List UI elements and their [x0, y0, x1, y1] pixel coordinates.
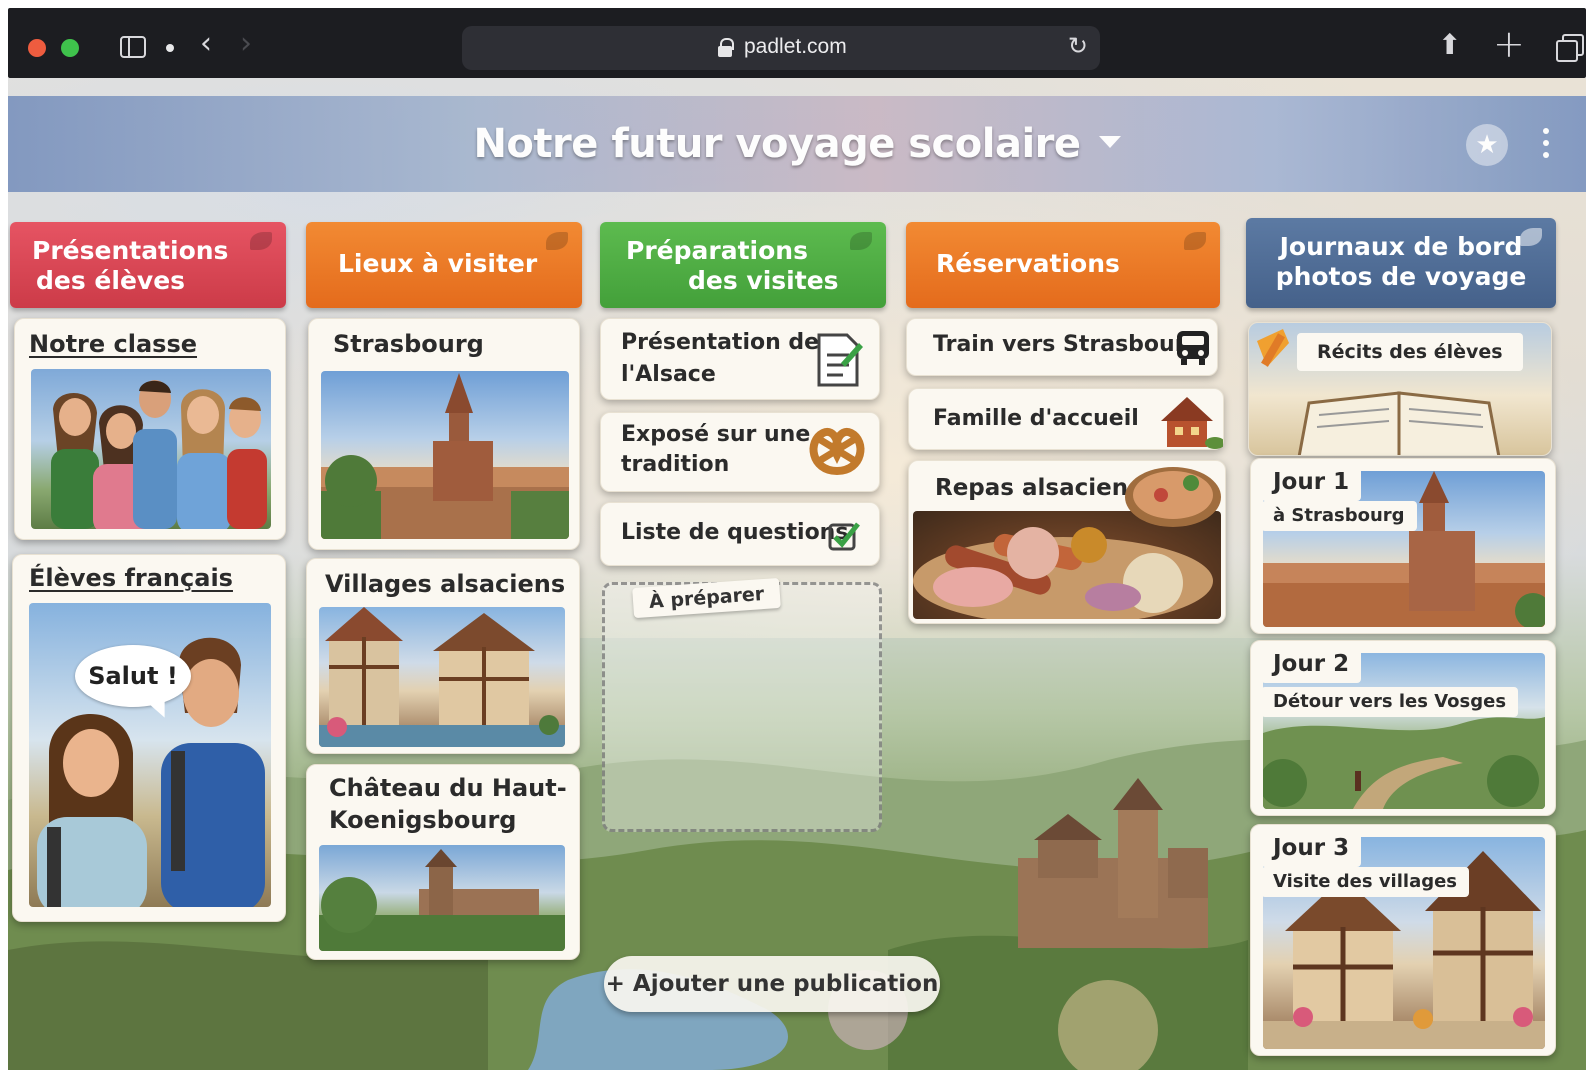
train-icon	[1177, 331, 1209, 365]
post-jour-2[interactable]: Jour 2 Détour vers les Vosges	[1250, 640, 1556, 816]
column-title-line1: Lieux à visiter	[338, 249, 538, 278]
post-title: Train vers Strasbourg	[933, 332, 1202, 357]
leaf-icon	[250, 232, 272, 250]
post-title: Strasbourg	[333, 330, 484, 358]
post-title-line1: Présentation de	[621, 330, 820, 355]
address-bar[interactable]: padlet.com ↻	[462, 26, 1100, 70]
castle-wallpaper-illustration	[1018, 778, 1208, 948]
tab-overview-icon[interactable]	[1556, 34, 1584, 62]
day-title: Jour 1	[1261, 463, 1362, 501]
board-header: Notre futur voyage scolaire ★	[8, 96, 1586, 192]
post-title-line2: tradition	[621, 452, 730, 477]
leaf-icon	[850, 232, 872, 250]
column-header-reservations[interactable]: Réservations	[906, 222, 1220, 308]
post-title: Notre classe	[29, 330, 198, 358]
post-strasbourg[interactable]: Strasbourg	[308, 318, 580, 550]
leaf-icon	[1184, 232, 1206, 250]
post-liste-questions[interactable]: Liste de questions	[600, 502, 880, 566]
cathedral-illustration	[321, 373, 569, 539]
speech-bubble: Salut !	[75, 645, 191, 707]
post-train-strasbourg[interactable]: Train vers Strasbourg	[906, 318, 1218, 376]
maximize-window-button[interactable]	[61, 39, 79, 57]
checkbox-checked-icon	[828, 522, 860, 551]
board-title-button[interactable]: Notre futur voyage scolaire	[8, 96, 1586, 192]
url-text: padlet.com	[744, 35, 847, 58]
post-title-line2: Koenigsbourg	[329, 806, 517, 834]
post-notre-classe[interactable]: Notre classe	[14, 318, 286, 540]
day-title: Jour 3	[1261, 829, 1362, 867]
close-window-button[interactable]	[28, 39, 46, 57]
post-jour-1[interactable]: Jour 1 à Strasbourg	[1250, 458, 1556, 634]
french-students-photo: Salut !	[29, 603, 271, 907]
star-icon[interactable]: ★	[1466, 124, 1508, 166]
forward-arrow-icon[interactable]: ›	[240, 26, 252, 61]
browser-toolbar: ‹ › padlet.com ↻ ⬆ +	[8, 8, 1586, 78]
castle-photo	[319, 845, 565, 951]
post-title-line1: Exposé sur une	[621, 422, 811, 447]
plate-illustration	[1125, 467, 1221, 527]
column-title-line2: des visites	[688, 266, 839, 295]
half-timbered-houses-illustration	[319, 607, 565, 747]
post-title-line1: Château du Haut-	[329, 774, 567, 802]
status-tag: À préparer	[632, 577, 782, 619]
post-title: Repas alsaciens	[935, 475, 1142, 501]
column-header-presentations[interactable]: Présentations des élèves	[10, 222, 286, 308]
post-eleves-francais[interactable]: Élèves français Salut !	[12, 554, 286, 922]
post-title: Famille d'accueil	[933, 406, 1139, 431]
post-title: Villages alsaciens	[325, 570, 566, 598]
tab-indicator-icon	[166, 44, 174, 52]
column-header-preparations[interactable]: Préparations des visites	[600, 222, 886, 308]
reload-icon[interactable]: ↻	[1068, 32, 1088, 60]
post-title: Élèves français	[29, 564, 233, 592]
pretzel-icon	[809, 428, 865, 476]
post-expose-tradition[interactable]: Exposé sur une tradition	[600, 412, 880, 492]
column-header-lieux[interactable]: Lieux à visiter	[306, 222, 582, 308]
day-subtitle: à Strasbourg	[1261, 501, 1417, 531]
day-subtitle: Détour vers les Vosges	[1261, 687, 1519, 717]
new-tab-icon[interactable]: +	[1493, 22, 1525, 66]
post-title-line2: l'Alsace	[621, 362, 716, 387]
sidebar-toggle-icon[interactable]	[120, 36, 146, 58]
post-presentation-alsace[interactable]: Présentation de l'Alsace	[600, 318, 880, 400]
share-icon[interactable]: ⬆	[1438, 28, 1461, 61]
column-header-journaux[interactable]: Journaux de bord photos de voyage	[1246, 218, 1556, 308]
post-repas-alsaciens[interactable]: Repas alsaciens	[908, 460, 1226, 624]
add-post-button[interactable]: + Ajouter une publication	[604, 956, 940, 1012]
day-title: Jour 2	[1261, 645, 1362, 683]
post-chateau-haut-koenigsbourg[interactable]: Château du Haut- Koenigsbourg	[306, 764, 580, 960]
alsace-village-photo	[319, 607, 565, 747]
post-famille-accueil[interactable]: Famille d'accueil	[908, 388, 1224, 450]
students-illustration	[51, 380, 267, 529]
padlet-board: Notre futur voyage scolaire ★ Présentati…	[8, 78, 1586, 1070]
column-title-line1: Présentations	[32, 236, 229, 265]
banner-label: Récits des élèves	[1297, 333, 1523, 371]
post-villages-alsaciens[interactable]: Villages alsaciens	[306, 558, 580, 754]
column-title-line2: des élèves	[36, 266, 186, 295]
column-title-line1: Journaux de bord	[1279, 232, 1523, 261]
caret-down-icon	[1098, 136, 1121, 148]
column-title-line1: Réservations	[936, 249, 1120, 278]
document-icon	[817, 333, 863, 387]
strasbourg-cathedral-photo	[321, 371, 569, 539]
drop-zone-a-preparer[interactable]: À préparer	[602, 577, 882, 832]
leaf-icon	[546, 232, 568, 250]
column-title-line1: Préparations	[626, 236, 808, 265]
board-title: Notre futur voyage scolaire	[473, 121, 1081, 167]
more-options-icon[interactable]	[1540, 124, 1552, 164]
lock-icon	[718, 38, 734, 57]
castle-illustration	[319, 849, 565, 951]
house-icon	[1161, 397, 1223, 449]
post-jour-3[interactable]: Jour 3 Visite des villages	[1250, 824, 1556, 1056]
post-title: Liste de questions	[621, 520, 849, 545]
column-title-line2: photos de voyage	[1275, 262, 1527, 291]
class-group-photo	[31, 369, 271, 529]
day-subtitle: Visite des villages	[1261, 867, 1470, 897]
leaf-icon	[1520, 228, 1542, 246]
back-arrow-icon[interactable]: ‹	[200, 26, 212, 61]
post-recits-eleves[interactable]: Récits des élèves	[1248, 322, 1552, 456]
